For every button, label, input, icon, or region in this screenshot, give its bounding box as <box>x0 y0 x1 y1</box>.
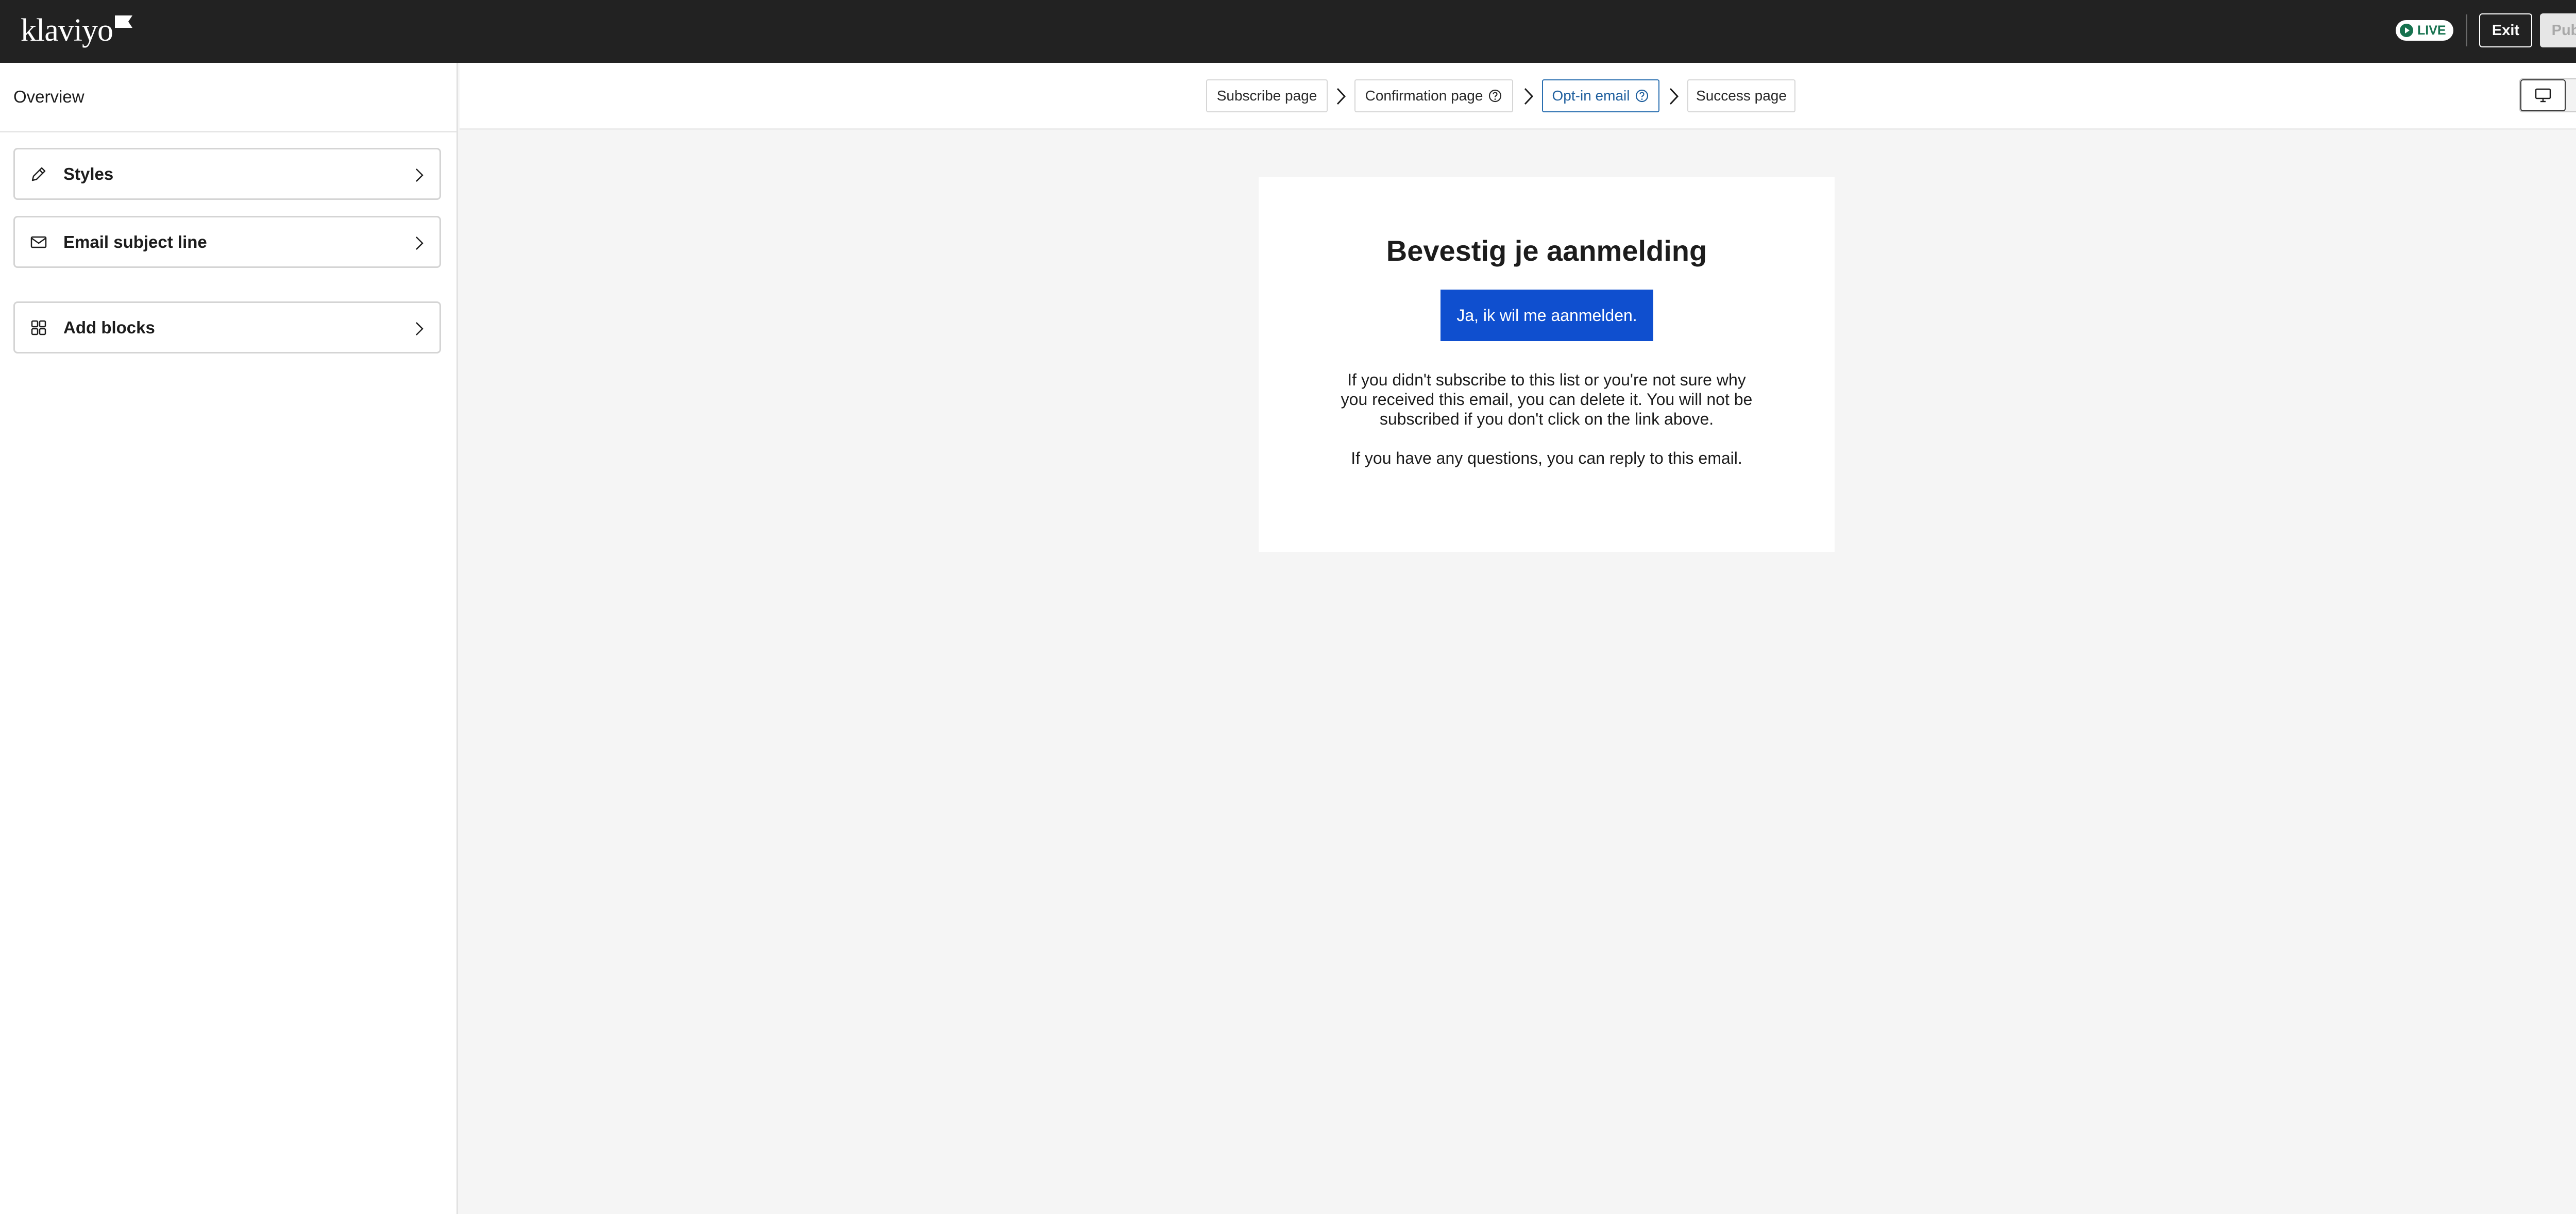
live-badge-label: LIVE <box>2417 23 2446 38</box>
top-bar: klaviyo LIVE Exit Publish <box>0 0 2576 63</box>
step-subscribe-page[interactable]: Subscribe page <box>1206 79 1328 112</box>
chevron-right-icon <box>1524 88 1534 105</box>
step-label: Confirmation page <box>1365 88 1483 104</box>
sidebar-item-email-subject-line[interactable]: Email subject line <box>13 216 441 268</box>
chevron-right-icon <box>416 237 423 250</box>
sidebar-item-label: Styles <box>63 164 114 183</box>
sidebar-item-label: Add blocks <box>63 317 155 337</box>
chevron-right-icon <box>1669 88 1679 105</box>
email-body-text[interactable]: If you didn't subscribe to this list or … <box>1336 370 1757 429</box>
step-label: Subscribe page <box>1216 88 1317 104</box>
play-icon <box>2400 24 2413 37</box>
step-success-page[interactable]: Success page <box>1687 79 1795 112</box>
brush-icon <box>29 165 48 183</box>
email-preview: Bevestig je aanmelding Ja, ik wil me aan… <box>1259 177 1835 552</box>
sidebar-item-styles[interactable]: Styles <box>13 148 441 200</box>
help-icon[interactable] <box>1635 89 1649 103</box>
step-confirmation-page[interactable]: Confirmation page <box>1354 79 1513 112</box>
email-footer-text[interactable]: If you have any questions, you can reply… <box>1336 448 1757 468</box>
help-icon[interactable] <box>1488 89 1502 103</box>
sidebar-item-label: Email subject line <box>63 232 207 251</box>
sidebar-title: Overview <box>0 63 456 132</box>
device-view-toggle <box>2519 78 2576 112</box>
confirm-subscription-button[interactable]: Ja, ik wil me aanmelden. <box>1440 290 1653 341</box>
sidebar-item-add-blocks[interactable]: Add blocks <box>13 301 441 353</box>
logo-text: klaviyo <box>21 13 113 48</box>
desktop-icon <box>2535 88 2551 103</box>
chevron-right-icon <box>1336 88 1346 105</box>
grid-icon <box>29 318 48 337</box>
envelope-icon <box>29 233 48 251</box>
live-status-badge: LIVE <box>2396 20 2453 41</box>
step-label: Success page <box>1696 88 1787 104</box>
publish-button[interactable]: Publish <box>2540 13 2576 47</box>
mobile-view-button[interactable] <box>2566 79 2576 111</box>
step-label: Opt-in email <box>1552 88 1630 104</box>
exit-button[interactable]: Exit <box>2479 13 2532 47</box>
chevron-right-icon <box>416 322 423 335</box>
step-bar: Subscribe page Confirmation page Opt-in … <box>460 63 2576 130</box>
flag-icon <box>114 15 132 28</box>
step-opt-in-email[interactable]: Opt-in email <box>1542 79 1659 112</box>
email-title[interactable]: Bevestig je aanmelding <box>1259 234 1835 267</box>
desktop-view-button[interactable] <box>2520 79 2566 111</box>
chevron-right-icon <box>416 168 423 182</box>
sidebar: Overview Styles Email subject line Add b… <box>0 63 458 1214</box>
topbar-divider <box>2466 14 2467 46</box>
klaviyo-logo[interactable]: klaviyo <box>21 14 132 46</box>
